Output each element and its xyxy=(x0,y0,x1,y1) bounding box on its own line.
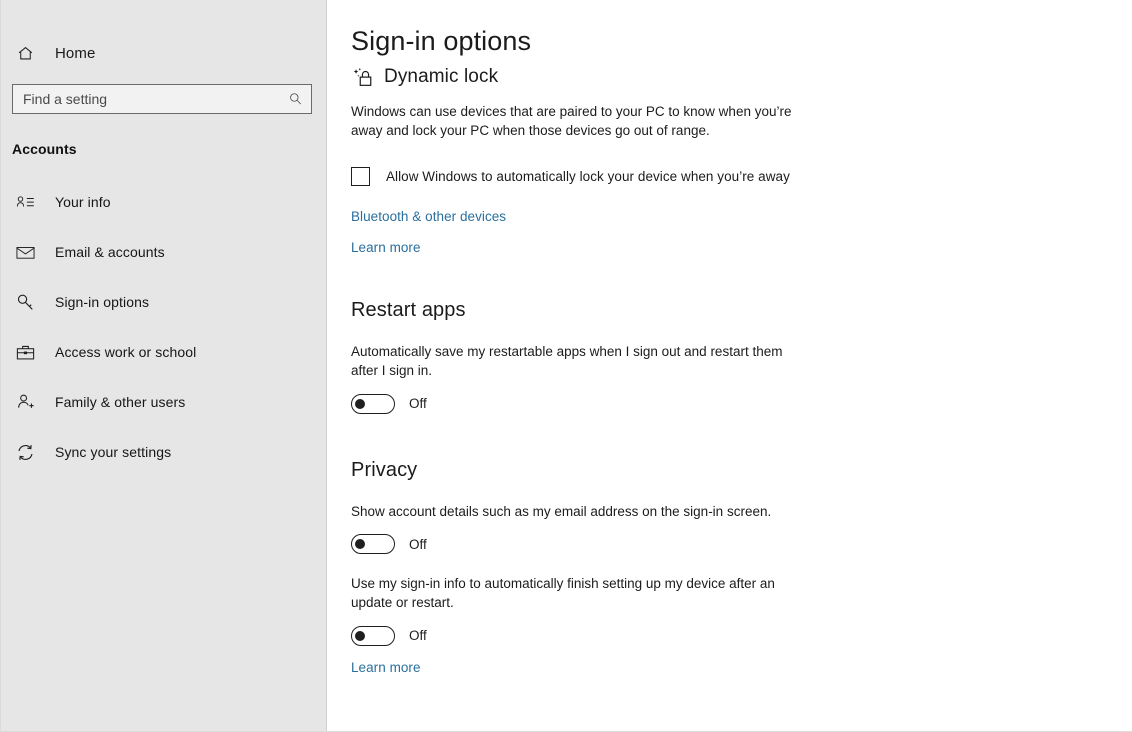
person-add-icon xyxy=(12,393,38,411)
sidebar-item-family-other-users[interactable]: Family & other users xyxy=(1,387,326,417)
dynamic-lock-checkbox[interactable] xyxy=(351,167,370,186)
sidebar-item-label: Email & accounts xyxy=(55,244,165,260)
bluetooth-other-devices-link[interactable]: Bluetooth & other devices xyxy=(351,209,506,224)
sidebar-item-label: Family & other users xyxy=(55,394,186,410)
sidebar: Home Accounts You xyxy=(0,0,327,731)
dynamic-lock-checkbox-row[interactable]: Allow Windows to automatically lock your… xyxy=(351,167,1132,186)
dynamic-lock-learn-more-link[interactable]: Learn more xyxy=(351,240,421,255)
key-icon xyxy=(12,293,38,312)
sidebar-home-label: Home xyxy=(55,44,96,62)
sync-icon xyxy=(12,443,38,462)
main-content: Sign-in options Dynamic lock Windows can… xyxy=(327,0,1132,731)
sidebar-item-label: Sync your settings xyxy=(55,444,172,460)
dynamic-lock-checkbox-label: Allow Windows to automatically lock your… xyxy=(386,169,790,184)
envelope-icon xyxy=(12,245,38,260)
sidebar-item-sync-your-settings[interactable]: Sync your settings xyxy=(1,437,326,467)
sidebar-item-label: Sign-in options xyxy=(55,294,150,310)
dynamic-lock-heading: Dynamic lock xyxy=(384,66,499,87)
search-input[interactable] xyxy=(13,85,311,113)
settings-window: Home Accounts You xyxy=(0,0,1132,732)
briefcase-icon xyxy=(12,344,38,361)
dynamic-lock-learn-more-row: Learn more xyxy=(351,239,1132,257)
dynamic-lock-description: Windows can use devices that are paired … xyxy=(351,104,792,138)
privacy-setting-one-toggle[interactable] xyxy=(351,534,395,554)
privacy-learn-more-link[interactable]: Learn more xyxy=(351,660,421,675)
toggle-knob xyxy=(355,398,365,409)
dynamic-lock-header: Dynamic lock xyxy=(351,66,1132,88)
sidebar-item-your-info[interactable]: Your info xyxy=(1,187,326,217)
page-title: Sign-in options xyxy=(351,26,532,56)
toggle-knob xyxy=(355,539,365,549)
privacy-heading: Privacy xyxy=(351,458,418,481)
restart-apps-description: Automatically save my restartable apps w… xyxy=(351,344,783,378)
toggle-knob xyxy=(355,630,365,641)
home-icon xyxy=(12,45,38,62)
restart-apps-toggle[interactable] xyxy=(351,393,395,414)
sidebar-item-label: Your info xyxy=(55,194,111,210)
dynamic-lock-icon xyxy=(351,67,375,88)
privacy-learn-more-row: Learn more xyxy=(351,659,1132,677)
privacy-setting-two-toggle-state: Off xyxy=(409,628,427,643)
privacy-setting-two-description: Use my sign-in info to automatically fin… xyxy=(351,576,775,610)
sidebar-nav: Your info Email & accounts Sign-in optio… xyxy=(1,187,326,467)
search-icon[interactable] xyxy=(288,92,303,107)
sidebar-item-label: Access work or school xyxy=(55,344,197,360)
sidebar-item-sign-in-options[interactable]: Sign-in options xyxy=(1,287,326,317)
sidebar-category-title: Accounts xyxy=(12,141,77,157)
person-list-icon xyxy=(12,194,38,211)
privacy-setting-one-toggle-state: Off xyxy=(409,536,427,552)
privacy-setting-one-toggle-row: Off xyxy=(351,534,1132,554)
privacy-setting-two-toggle[interactable] xyxy=(351,625,395,646)
sidebar-item-email-accounts[interactable]: Email & accounts xyxy=(1,237,326,267)
bluetooth-link-row: Bluetooth & other devices xyxy=(351,208,1132,226)
privacy-setting-one-description: Show account details such as my email ad… xyxy=(351,503,772,519)
sidebar-item-access-work-school[interactable]: Access work or school xyxy=(1,337,326,367)
restart-apps-toggle-row: Off xyxy=(351,393,1132,414)
restart-apps-toggle-state: Off xyxy=(409,396,427,411)
sidebar-item-home[interactable]: Home xyxy=(1,38,326,68)
privacy-setting-two-toggle-row: Off xyxy=(351,625,1132,646)
restart-apps-heading: Restart apps xyxy=(351,299,466,321)
search-box[interactable] xyxy=(12,84,312,114)
